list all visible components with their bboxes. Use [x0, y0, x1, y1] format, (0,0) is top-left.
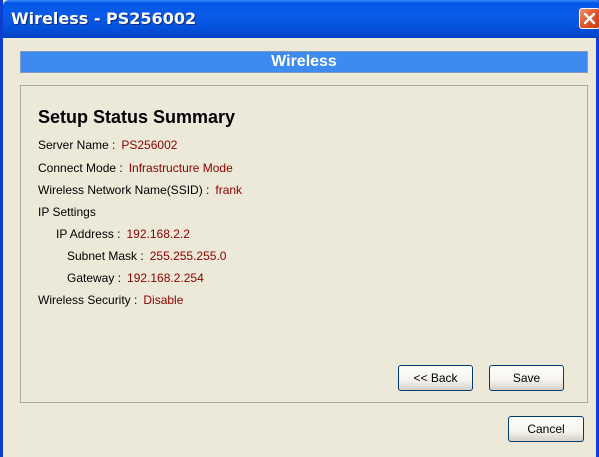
save-button[interactable]: Save: [489, 365, 564, 391]
window-title: Wireless - PS256002: [11, 9, 197, 28]
subnet-mask-value: 255.255.255.0: [149, 249, 227, 263]
server-name-row: Server Name : PS256002: [38, 138, 177, 152]
section-header: Wireless: [20, 51, 588, 73]
gateway-row: Gateway : 192.168.2.254: [67, 271, 204, 285]
title-bar[interactable]: Wireless - PS256002: [3, 0, 599, 38]
wireless-dialog: Wireless - PS256002 Wireless Setup Statu…: [0, 0, 599, 457]
ssid-value: frank: [215, 183, 243, 197]
server-name-value: PS256002: [121, 138, 178, 152]
connect-mode-row: Connect Mode : Infrastructure Mode: [38, 161, 233, 175]
cancel-button[interactable]: Cancel: [508, 416, 584, 442]
close-icon: [583, 12, 596, 25]
security-row: Wireless Security : Disable: [38, 293, 183, 307]
gateway-label: Gateway :: [67, 271, 122, 285]
ip-address-label: IP Address :: [56, 227, 121, 241]
subnet-mask-row: Subnet Mask : 255.255.255.0: [67, 249, 226, 263]
gateway-value: 192.168.2.254: [127, 271, 204, 285]
security-label: Wireless Security :: [38, 293, 138, 307]
ssid-label: Wireless Network Name(SSID) :: [38, 183, 210, 197]
security-value: Disable: [143, 293, 184, 307]
server-name-label: Server Name :: [38, 138, 116, 152]
subnet-mask-label: Subnet Mask :: [67, 249, 144, 263]
summary-title: Setup Status Summary: [38, 107, 236, 127]
back-button[interactable]: << Back: [398, 365, 473, 391]
connect-mode-value: Infrastructure Mode: [128, 161, 233, 175]
connect-mode-label: Connect Mode :: [38, 161, 123, 175]
ssid-row: Wireless Network Name(SSID) : frank: [38, 183, 242, 197]
ip-settings-heading: IP Settings: [38, 205, 96, 219]
summary-panel: [20, 85, 588, 403]
ip-settings-label: IP Settings: [38, 205, 96, 219]
ip-address-value: 192.168.2.2: [126, 227, 190, 241]
ip-address-row: IP Address : 192.168.2.2: [56, 227, 190, 241]
close-button[interactable]: [579, 8, 599, 29]
